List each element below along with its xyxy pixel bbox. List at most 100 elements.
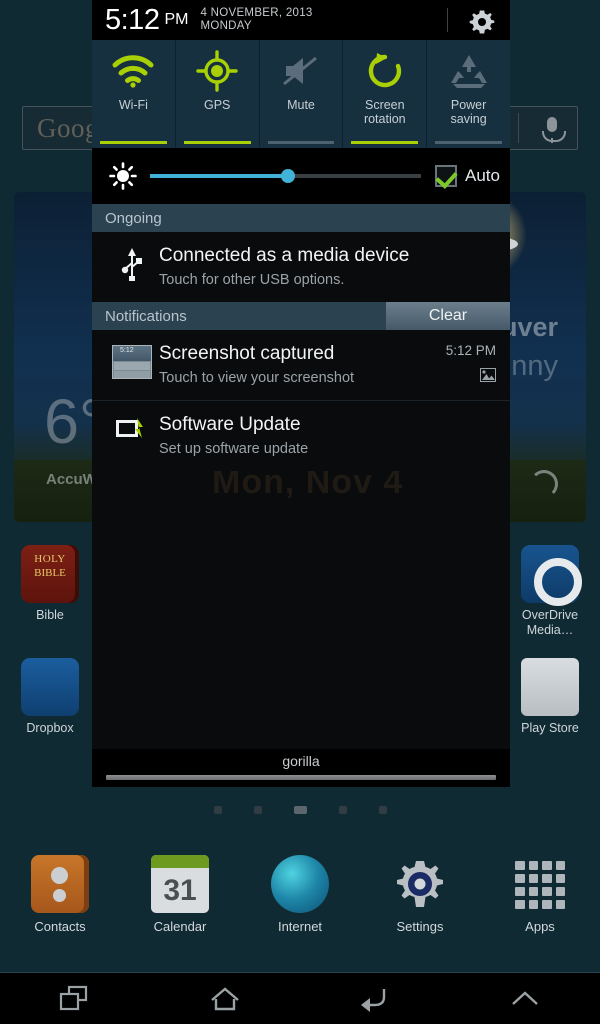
calendar-icon: 31 [151, 855, 209, 913]
shade-watermark: Mon, Nov 4 [212, 471, 404, 501]
status-date: 4 NOVEMBER, 2013 MONDAY [188, 7, 312, 33]
app-label: Dropbox [26, 721, 74, 735]
quick-setting-label: GPS [203, 98, 231, 112]
app-label: Bible [36, 608, 64, 622]
quick-setting-label: Power saving [450, 98, 487, 126]
page-dot[interactable] [338, 806, 347, 814]
wifi-icon [110, 40, 156, 98]
apps-grid-icon [511, 855, 569, 913]
power-saving-icon [447, 40, 491, 98]
expand-up-icon[interactable] [450, 973, 600, 1024]
quick-setting-mute[interactable]: Mute [260, 40, 344, 148]
quick-setting-state-bar [100, 141, 167, 144]
notifications-title: Notifications [105, 307, 187, 325]
dock-label: Internet [277, 919, 323, 934]
status-weekday: MONDAY [200, 20, 252, 32]
notification-title: Connected as a media device [159, 245, 410, 266]
auto-brightness-checkbox[interactable] [435, 165, 458, 187]
notification-body: Software Update Set up software update [159, 413, 498, 459]
overdrive-icon [521, 545, 582, 606]
status-date-full: 4 NOVEMBER, 2013 [200, 7, 313, 19]
calendar-day: 31 [163, 874, 197, 907]
app-icon-bible[interactable]: Bible [0, 545, 100, 638]
refresh-icon[interactable] [530, 470, 558, 498]
dock: Contacts 31 Calendar Internet Settings A… [0, 855, 600, 955]
navigation-bar [0, 972, 600, 1024]
dock-label: Apps [525, 919, 555, 934]
notification-time: 5:12 PM [445, 343, 496, 358]
notification-screenshot[interactable]: 5:12 Screenshot captured Touch to view y… [92, 330, 510, 400]
page-dot[interactable] [253, 806, 262, 814]
auto-brightness-toggle[interactable]: Auto [427, 165, 500, 187]
quick-setting-screen-rotation[interactable]: Screen rotation [343, 40, 428, 148]
brightness-icon [102, 162, 144, 190]
quick-setting-power-saving[interactable]: Power saving [427, 40, 510, 148]
image-icon [480, 368, 496, 387]
recents-icon[interactable] [0, 973, 150, 1024]
software-update-icon [105, 413, 159, 459]
clear-button[interactable]: Clear [386, 302, 510, 330]
quick-setting-label: Mute [287, 98, 315, 112]
dock-item-settings[interactable]: Settings [360, 855, 480, 955]
notification-subtitle: Touch for other USB options. [159, 272, 345, 288]
notifications-section-header: Notifications Clear [92, 302, 510, 330]
quick-setting-state-bar [351, 141, 419, 144]
drag-handle-icon[interactable] [106, 775, 496, 780]
app-icon-overdrive-media-[interactable]: OverDrive Media… [500, 545, 600, 638]
notification-shade: 5:12 PM 4 NOVEMBER, 2013 MONDAY Wi-Fi GP… [92, 0, 510, 787]
quick-setting-label: Screen rotation [363, 98, 406, 126]
dock-item-contacts[interactable]: Contacts [0, 855, 120, 955]
dock-item-apps[interactable]: Apps [480, 855, 600, 955]
notification-body: Connected as a media device Touch for ot… [159, 244, 498, 290]
dock-label: Contacts [34, 919, 86, 934]
page-dot[interactable] [213, 806, 222, 814]
auto-brightness-label: Auto [465, 166, 500, 185]
internet-icon [271, 855, 329, 913]
shade-handle[interactable]: gorilla [92, 749, 510, 787]
notification-software-update[interactable]: Software Update Set up software update [92, 400, 510, 471]
notification-subtitle: Set up software update [159, 441, 309, 457]
dock-label: Settings [396, 919, 444, 934]
notification-subtitle: Touch to view your screenshot [159, 370, 355, 386]
clock-time: 5:12 [105, 3, 160, 36]
search-divider [518, 113, 519, 143]
status-divider [447, 8, 448, 32]
dropbox-icon [21, 658, 79, 716]
home-icon[interactable] [150, 973, 300, 1024]
app-icon-play-store[interactable]: Play Store [500, 658, 600, 736]
bible-icon [21, 545, 79, 603]
dock-item-calendar[interactable]: 31 Calendar [120, 855, 240, 955]
notification-title: Software Update [159, 414, 301, 435]
app-icon-dropbox[interactable]: Dropbox [0, 658, 100, 736]
quick-setting-gps[interactable]: GPS [176, 40, 260, 148]
device-name-label: gorilla [282, 753, 320, 769]
quick-settings-row: Wi-Fi GPS Mute Screen rotation Power sav… [92, 40, 510, 148]
thumb-clock: 5:12 [120, 347, 134, 354]
gps-icon [196, 40, 238, 98]
android-homescreen-with-notification-shade: Google Vancouver Partly sunny 6°c AccuWe… [0, 0, 600, 1024]
back-icon[interactable] [300, 973, 450, 1024]
mute-icon [280, 40, 322, 98]
page-dot[interactable] [378, 806, 387, 814]
app-label: OverDrive Media… [521, 608, 579, 637]
page-indicator [0, 806, 600, 814]
screenshot-thumbnail: 5:12 [105, 342, 159, 388]
status-bar: 5:12 PM 4 NOVEMBER, 2013 MONDAY [92, 0, 510, 40]
quick-setting-state-bar [267, 141, 335, 144]
page-dot[interactable] [293, 806, 307, 814]
settings-gear-icon [391, 855, 449, 913]
ongoing-section-header: Ongoing [92, 204, 510, 232]
microphone-icon[interactable] [542, 117, 566, 143]
dock-item-internet[interactable]: Internet [240, 855, 360, 955]
brightness-slider-knob[interactable] [281, 169, 296, 183]
quick-setting-wi-fi[interactable]: Wi-Fi [92, 40, 176, 148]
play-store-icon [521, 658, 579, 716]
contacts-icon [31, 855, 89, 913]
brightness-slider[interactable] [150, 169, 422, 183]
shade-empty-area: Mon, Nov 4 [92, 471, 510, 749]
quick-setting-state-bar [435, 141, 502, 144]
gear-icon[interactable] [469, 9, 495, 40]
quick-setting-label: Wi-Fi [118, 98, 148, 112]
ongoing-notification-usb[interactable]: Connected as a media device Touch for ot… [92, 232, 510, 302]
brightness-row: Auto [92, 148, 510, 204]
